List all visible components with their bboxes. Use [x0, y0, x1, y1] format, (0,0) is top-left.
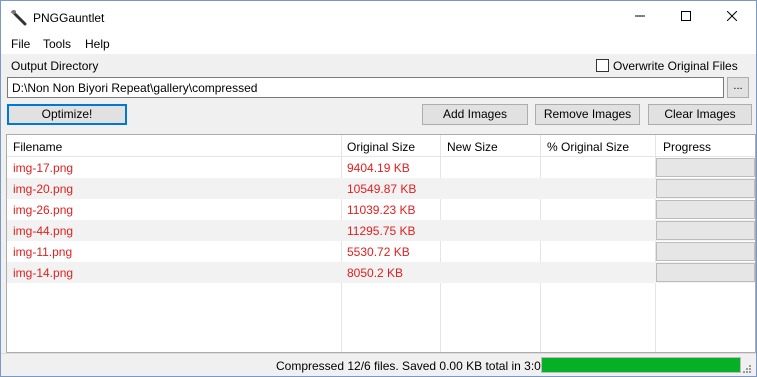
image-list[interactable]: Filename Original Size New Size % Origin…	[6, 134, 756, 353]
output-directory-label: Output Directory	[11, 59, 99, 73]
overwrite-checkbox[interactable]	[596, 59, 609, 72]
wrench-icon	[10, 8, 28, 26]
table-row[interactable]: img-20.png 10549.87 KB	[7, 178, 755, 199]
optimize-button[interactable]: Optimize!	[7, 104, 127, 125]
add-images-button[interactable]: Add Images	[422, 104, 528, 125]
status-progress-fill	[542, 358, 740, 372]
app-window: PNGGauntlet File Tools Help Output Direc…	[0, 0, 757, 377]
column-header-progress[interactable]: Progress	[657, 135, 755, 157]
list-header: Filename Original Size New Size % Origin…	[7, 135, 755, 157]
percent-cell	[541, 199, 547, 220]
new-size-cell	[441, 241, 447, 262]
browse-button[interactable]: ...	[727, 77, 749, 98]
filename-cell: img-17.png	[13, 161, 74, 175]
table-row[interactable]: img-17.png 9404.19 KB	[7, 157, 755, 178]
percent-cell	[541, 262, 547, 283]
maximize-icon	[681, 10, 691, 24]
percent-cell	[541, 220, 547, 241]
column-header-new-size[interactable]: New Size	[441, 135, 541, 157]
status-progress-bar	[541, 357, 741, 373]
filename-cell: img-26.png	[13, 203, 74, 217]
table-row[interactable]: img-44.png 11295.75 KB	[7, 220, 755, 241]
filename-cell: img-20.png	[13, 182, 74, 196]
new-size-cell	[441, 178, 447, 199]
percent-cell	[541, 178, 547, 199]
minimize-button[interactable]	[617, 1, 663, 32]
menu-tools[interactable]: Tools	[43, 37, 71, 51]
status-text: Compressed 12/6 files. Saved 0.00 KB tot…	[276, 359, 551, 373]
window-title: PNGGauntlet	[33, 11, 105, 25]
column-header-filename[interactable]: Filename	[7, 135, 341, 157]
original-size-cell: 9404.19 KB	[347, 161, 410, 175]
table-row[interactable]: img-11.png 5530.72 KB	[7, 241, 755, 262]
close-icon	[726, 10, 738, 24]
output-path-field[interactable]: D:\Non Non Biyori Repeat\gallery\compres…	[7, 77, 724, 98]
filename-cell: img-14.png	[13, 266, 74, 280]
menu-file[interactable]: File	[11, 37, 30, 51]
remove-images-button[interactable]: Remove Images	[535, 104, 640, 125]
maximize-button[interactable]	[663, 1, 709, 32]
original-size-cell: 11039.23 KB	[347, 203, 416, 217]
new-size-cell	[441, 220, 447, 241]
original-size-cell: 10549.87 KB	[347, 182, 417, 196]
minimize-icon	[635, 10, 645, 24]
table-row[interactable]: img-26.png 11039.23 KB	[7, 199, 755, 220]
new-size-cell	[441, 262, 447, 283]
title-bar[interactable]: PNGGauntlet	[1, 1, 756, 34]
new-size-cell	[441, 157, 447, 178]
new-size-cell	[441, 199, 447, 220]
row-progress-bar	[656, 179, 755, 198]
original-size-cell: 5530.72 KB	[347, 245, 410, 259]
row-progress-bar	[656, 200, 755, 219]
filename-cell: img-44.png	[13, 224, 74, 238]
menu-bar: File Tools Help	[1, 34, 756, 54]
row-progress-bar	[656, 263, 755, 282]
row-progress-bar	[656, 158, 755, 177]
original-size-cell: 11295.75 KB	[347, 224, 416, 238]
clear-images-button[interactable]: Clear Images	[648, 104, 752, 125]
original-size-cell: 8050.2 KB	[347, 266, 404, 280]
column-header-percent[interactable]: % Original Size	[541, 135, 655, 157]
filename-cell: img-11.png	[13, 245, 73, 259]
row-progress-bar	[656, 242, 755, 261]
column-header-original-size[interactable]: Original Size	[341, 135, 440, 157]
status-bar: Compressed 12/6 files. Saved 0.00 KB tot…	[1, 353, 756, 376]
overwrite-label[interactable]: Overwrite Original Files	[613, 59, 738, 73]
close-button[interactable]	[709, 1, 755, 32]
table-row[interactable]: img-14.png 8050.2 KB	[7, 262, 755, 283]
percent-cell	[541, 157, 547, 178]
row-progress-bar	[656, 221, 755, 240]
percent-cell	[541, 241, 547, 262]
resize-grip-icon[interactable]	[740, 362, 752, 374]
menu-help[interactable]: Help	[85, 37, 110, 51]
